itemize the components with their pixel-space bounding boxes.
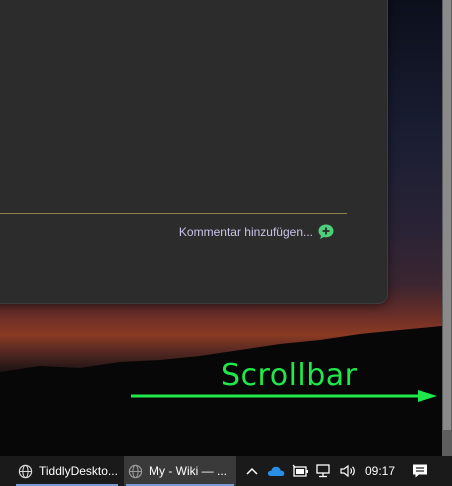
taskbar-app-wiki[interactable]: My - Wiki — ...: [124, 456, 236, 486]
divider: [0, 213, 347, 214]
add-comment-link[interactable]: Kommentar hinzufügen...: [179, 223, 335, 241]
annotation-label: Scrollbar: [221, 358, 358, 393]
add-comment-icon[interactable]: [317, 223, 335, 241]
taskbar-clock[interactable]: 09:17: [356, 456, 404, 486]
battery-icon[interactable]: [290, 456, 310, 486]
chevron-up-icon[interactable]: [243, 456, 261, 486]
network-icon[interactable]: [314, 456, 334, 486]
action-center-icon[interactable]: [408, 456, 432, 486]
taskbar: TiddlyDeskto... My - Wiki — ... 09:17: [0, 456, 452, 486]
app-window: Kommentar hinzufügen...: [0, 0, 388, 304]
taskbar-app-tiddlydesktop[interactable]: TiddlyDeskto...: [14, 456, 120, 486]
globe-icon: [128, 464, 143, 478]
taskbar-app-label: TiddlyDeskto...: [39, 464, 118, 478]
volume-icon[interactable]: [338, 456, 358, 486]
scrollbar-thumb[interactable]: [443, 0, 451, 430]
add-comment-label[interactable]: Kommentar hinzufügen...: [179, 225, 313, 239]
taskbar-app-label: My - Wiki — ...: [149, 464, 227, 478]
onedrive-cloud-icon[interactable]: [266, 456, 286, 486]
globe-icon: [18, 464, 33, 478]
